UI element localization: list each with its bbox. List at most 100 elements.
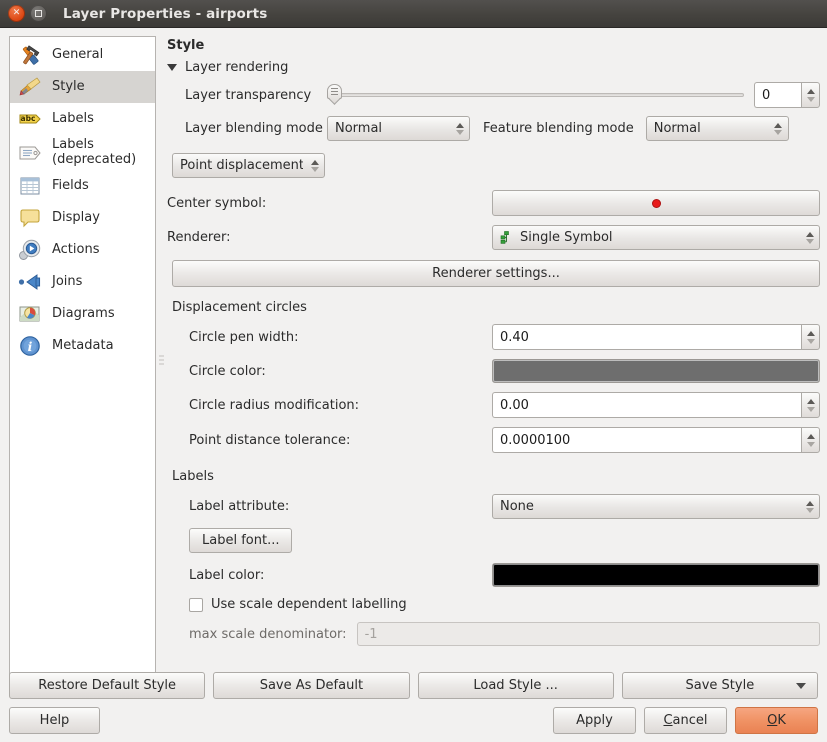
- save-style-button[interactable]: Save Style: [621, 672, 818, 699]
- sidebar-item-label: Style: [52, 78, 85, 94]
- layer-transparency-value[interactable]: 0: [754, 82, 801, 108]
- renderer-type-row: Point displacement: [167, 153, 820, 178]
- circle-pen-width-value[interactable]: 0.40: [492, 324, 801, 350]
- speech-bubble-icon: [17, 205, 43, 231]
- cancel-button[interactable]: Cancel: [644, 707, 727, 734]
- sidebar-item-label: General: [52, 46, 104, 62]
- style-actions-row: Restore Default Style Save As Default Lo…: [9, 672, 818, 699]
- stepper-buttons[interactable]: [801, 392, 820, 418]
- svg-text:i: i: [28, 339, 33, 354]
- renderer-row: Renderer: Single Symbol: [167, 225, 820, 250]
- sidebar-item-label: Actions: [52, 241, 100, 257]
- stepper-buttons[interactable]: [801, 82, 820, 108]
- layer-blending-mode-value: Normal: [335, 121, 383, 136]
- layer-transparency-slider[interactable]: [327, 82, 744, 108]
- renderer-value: Single Symbol: [520, 230, 613, 245]
- layer-rendering-group-header[interactable]: Layer rendering: [167, 60, 820, 75]
- splitter-grip: [159, 355, 164, 369]
- chevron-updown-icon: [454, 121, 465, 137]
- sidebar-item-labels-deprecated[interactable]: Labels (deprecated): [10, 135, 155, 170]
- load-style-button[interactable]: Load Style ...: [417, 672, 614, 699]
- renderer-settings-row: Renderer settings...: [167, 260, 820, 287]
- stepper-buttons[interactable]: [801, 324, 820, 350]
- feature-blending-mode-select[interactable]: Normal: [645, 116, 789, 141]
- paintbrush-icon: [17, 74, 43, 100]
- center-symbol-label: Center symbol:: [167, 195, 267, 211]
- layer-rendering-label: Layer rendering: [185, 60, 289, 75]
- center-symbol-button[interactable]: [492, 190, 820, 216]
- sidebar-navigation[interactable]: General Style abc Labels Labels (depreca…: [9, 36, 156, 688]
- circle-radius-modification-stepper[interactable]: 0.00: [492, 392, 820, 418]
- sidebar-item-joins[interactable]: Joins: [10, 266, 155, 298]
- layer-transparency-label: Layer transparency: [185, 87, 312, 103]
- scale-dependent-labelling-label: Use scale dependent labelling: [211, 597, 407, 612]
- label-color-swatch[interactable]: [492, 563, 820, 587]
- circle-color-label: Circle color:: [189, 363, 266, 379]
- label-color-row: Label color:: [167, 563, 820, 587]
- chevron-updown-icon: [804, 230, 815, 246]
- sidebar-item-label: Metadata: [52, 337, 114, 353]
- dialog-body: General Style abc Labels Labels (depreca…: [0, 28, 827, 742]
- feature-blending-mode-label: Feature blending mode: [483, 121, 634, 136]
- displacement-circles-group-label: Displacement circles: [172, 300, 307, 315]
- sidebar-item-metadata[interactable]: i Metadata: [10, 330, 155, 362]
- circle-color-swatch[interactable]: [492, 359, 820, 383]
- circle-pen-width-row: Circle pen width: 0.40: [167, 324, 820, 350]
- label-color-label: Label color:: [189, 567, 265, 583]
- sidebar-item-label: Labels (deprecated): [52, 137, 137, 167]
- circle-radius-modification-label: Circle radius modification:: [189, 397, 360, 413]
- sidebar-item-style[interactable]: Style: [10, 71, 155, 103]
- restore-default-style-button[interactable]: Restore Default Style: [9, 672, 206, 699]
- label-attribute-select[interactable]: None: [492, 494, 820, 519]
- sidebar-item-labels[interactable]: abc Labels: [10, 103, 155, 135]
- maximize-icon[interactable]: [30, 5, 47, 22]
- circle-radius-modification-value[interactable]: 0.00: [492, 392, 801, 418]
- renderer-settings-button[interactable]: Renderer settings...: [172, 260, 820, 287]
- cancel-label: Cancel: [663, 713, 708, 728]
- red-dot-symbol: [651, 198, 661, 208]
- point-distance-tolerance-label: Point distance tolerance:: [189, 432, 351, 448]
- layer-transparency-stepper[interactable]: 0: [754, 82, 820, 108]
- renderer-type-value: Point displacement: [180, 158, 303, 173]
- max-scale-denominator-label: max scale denominator:: [189, 626, 347, 642]
- join-arrow-icon: [17, 269, 43, 295]
- point-distance-tolerance-value[interactable]: 0.0000100: [492, 427, 801, 453]
- abc-tag-icon: abc: [17, 106, 43, 132]
- sidebar-item-display[interactable]: Display: [10, 202, 155, 234]
- apply-button[interactable]: Apply: [553, 707, 636, 734]
- chevron-down-icon: [167, 64, 177, 71]
- label-attribute-row: Label attribute: None: [167, 494, 820, 519]
- sidebar-item-label: Diagrams: [52, 305, 115, 321]
- titlebar: ✕ Layer Properties - airports: [0, 0, 827, 28]
- label-font-button[interactable]: Label font...: [189, 528, 293, 553]
- renderer-label: Renderer:: [167, 230, 231, 245]
- sidebar-item-fields[interactable]: Fields: [10, 170, 155, 202]
- close-icon[interactable]: ✕: [8, 5, 25, 22]
- circle-pen-width-stepper[interactable]: 0.40: [492, 324, 820, 350]
- renderer-type-select[interactable]: Point displacement: [172, 153, 325, 178]
- sidebar-item-diagrams[interactable]: Diagrams: [10, 298, 155, 330]
- window-title: Layer Properties - airports: [63, 5, 268, 22]
- ok-button[interactable]: OK: [735, 707, 818, 734]
- save-style-label: Save Style: [685, 678, 755, 693]
- feature-blending-mode-value: Normal: [653, 121, 701, 136]
- sidebar-item-general[interactable]: General: [10, 39, 155, 71]
- renderer-select[interactable]: Single Symbol: [492, 225, 820, 250]
- help-button[interactable]: Help: [9, 707, 100, 734]
- save-as-default-button[interactable]: Save As Default: [213, 672, 410, 699]
- panel-splitter[interactable]: [156, 36, 167, 688]
- slider-handle[interactable]: [327, 84, 342, 106]
- chevron-updown-icon: [773, 121, 784, 137]
- table-icon: [17, 173, 43, 199]
- max-scale-denominator-row: max scale denominator: -1: [167, 622, 820, 646]
- sidebar-item-actions[interactable]: Actions: [10, 234, 155, 266]
- labels-group-label: Labels: [172, 469, 214, 484]
- scale-dependent-labelling-checkbox[interactable]: [189, 597, 203, 612]
- label-attribute-label: Label attribute:: [189, 499, 290, 514]
- layer-blending-mode-select[interactable]: Normal: [327, 116, 470, 141]
- point-distance-tolerance-stepper[interactable]: 0.0000100: [492, 427, 820, 453]
- layer-blending-mode-label: Layer blending mode: [185, 121, 323, 136]
- stepper-buttons[interactable]: [801, 427, 820, 453]
- layer-transparency-row: Layer transparency 0: [167, 82, 820, 108]
- label-attribute-value: None: [500, 499, 534, 514]
